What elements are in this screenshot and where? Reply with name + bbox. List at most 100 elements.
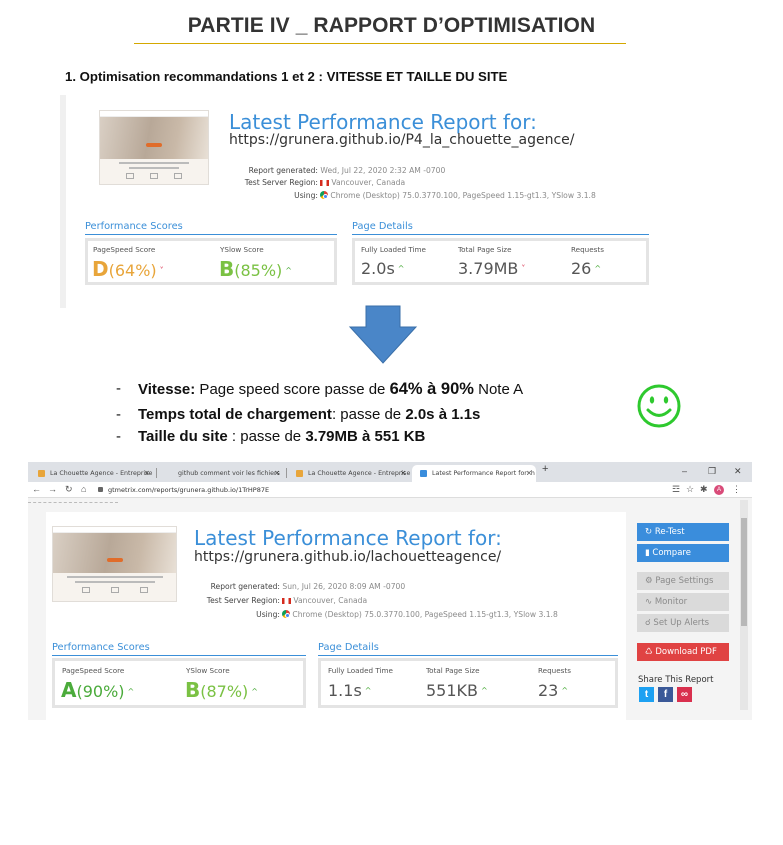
requests-label: Requests <box>538 666 571 675</box>
translate-icon[interactable]: ☲ <box>672 484 680 495</box>
chrome-icon <box>320 191 329 199</box>
close-icon[interactable]: × <box>144 469 150 477</box>
tab-github[interactable]: github comment voir les fichiers × <box>158 465 284 482</box>
tab-gtmetrix[interactable]: Latest Performance Report for: h × <box>412 465 536 482</box>
retest-label: Re-Test <box>654 527 685 537</box>
load-time-value: 2.0s ^ <box>361 259 404 278</box>
page-title: PARTIE IV _ RAPPORT D’OPTIMISATION <box>187 14 596 37</box>
bullet-text: : passe de <box>227 428 306 445</box>
using-row: Using: Chrome (Desktop) 75.0.3770.100, P… <box>190 191 596 200</box>
report-heading: Latest Performance Report for: <box>229 110 537 134</box>
page-size-value: 551KB ^ <box>426 681 488 700</box>
close-icon[interactable]: × <box>526 469 532 477</box>
gtmetrix-icon <box>420 470 427 477</box>
using-value: Chrome (Desktop) 75.0.3770.100, PageSpee… <box>292 610 558 619</box>
reload-icon[interactable]: ↻ <box>65 484 73 495</box>
tab-chouette-1[interactable]: La Chouette Agence - Entreprise × <box>30 465 154 482</box>
canada-flag-icon <box>320 180 330 186</box>
bullet-dash: - <box>116 406 121 423</box>
yslow-percent: (87%) <box>200 682 249 701</box>
report-generated-value: Sun, Jul 26, 2020 8:09 AM -0700 <box>282 582 406 591</box>
report-url[interactable]: https://grunera.github.io/lachouetteagen… <box>194 549 501 565</box>
gear-icon: ⚙ <box>645 576 656 586</box>
browser-window: La Chouette Agence - Entreprise × github… <box>28 462 752 720</box>
minimize-button[interactable]: – <box>682 466 687 476</box>
report-generated-label: Report generated: <box>248 166 318 175</box>
compare-label: Compare <box>652 548 691 558</box>
favicon-icon <box>38 470 45 477</box>
bullet-dash: - <box>116 380 121 397</box>
pagespeed-score: D(64%) ˅ <box>92 257 164 281</box>
close-icon[interactable]: × <box>274 469 280 477</box>
requests-number: 26 <box>571 259 592 278</box>
report-generated-label: Report generated: <box>210 582 280 591</box>
page-size-label: Total Page Size <box>426 666 480 675</box>
report-generated-row: Report generated: Wed, Jul 22, 2020 2:32… <box>190 166 446 175</box>
monitor-button[interactable]: ∿ Monitor <box>637 593 729 611</box>
using-label: Using: <box>256 610 280 619</box>
star-icon[interactable]: ☆ <box>686 484 694 495</box>
pagespeed-score: A(90%) ^ <box>61 678 134 702</box>
screenshot-edge <box>60 95 66 308</box>
home-icon[interactable]: ⌂ <box>81 484 86 494</box>
page-settings-label: Page Settings <box>655 576 714 586</box>
avatar[interactable]: A <box>714 485 724 495</box>
report-generated-row: Report generated: Sun, Jul 26, 2020 8:09… <box>152 582 406 591</box>
tab-separator <box>156 468 157 478</box>
report-generated-value: Wed, Jul 22, 2020 2:32 AM -0700 <box>320 166 446 175</box>
retest-button[interactable]: ↻ Re-Test <box>637 523 729 541</box>
facebook-icon[interactable]: f <box>658 687 673 702</box>
close-window-button[interactable]: ✕ <box>734 466 742 477</box>
url-input[interactable]: gtmetrix.com/reports/grunera.github.io/1… <box>96 484 666 496</box>
yslow-grade: B <box>185 678 201 702</box>
page-details-rule <box>352 234 649 235</box>
bullet-text: Page speed score passe de <box>195 381 390 398</box>
requests-label: Requests <box>571 245 604 254</box>
server-region-row: Test Server Region: Vancouver, Canada <box>152 596 367 605</box>
forward-icon[interactable]: → <box>48 484 57 494</box>
monitor-label: Monitor <box>654 597 688 607</box>
page-details-label: Page Details <box>352 221 413 232</box>
download-pdf-button[interactable]: ♺ Download PDF <box>637 643 729 661</box>
tab-chouette-2[interactable]: La Chouette Agence - Entreprise × <box>288 465 410 482</box>
maximize-button[interactable]: ❐ <box>708 466 716 477</box>
caret-up-icon: ^ <box>127 687 135 696</box>
back-icon[interactable]: ← <box>32 484 41 494</box>
tab-title: La Chouette Agence - Entreprise <box>50 470 153 477</box>
pulse-icon: ∿ <box>645 597 655 607</box>
server-region-label: Test Server Region: <box>244 178 318 187</box>
canada-flag-icon <box>282 598 292 604</box>
extensions-icon[interactable]: ✱ <box>700 484 708 495</box>
using-label: Using: <box>294 191 318 200</box>
requests-number: 23 <box>538 681 559 700</box>
bullet-label: Vitesse: <box>138 381 196 398</box>
close-icon[interactable]: × <box>400 469 406 477</box>
twitter-icon[interactable]: t <box>639 687 654 702</box>
download-label: Download PDF <box>655 647 717 657</box>
link-icon[interactable]: ∞ <box>677 687 692 702</box>
caret-up-icon: ^ <box>594 264 602 273</box>
performance-scores-label: Performance Scores <box>85 221 183 232</box>
page-size-label: Total Page Size <box>458 245 512 254</box>
new-tab-button[interactable]: + <box>542 463 548 475</box>
page-settings-button[interactable]: ⚙ Page Settings <box>637 572 729 590</box>
scrollbar-thumb[interactable] <box>741 518 747 626</box>
menu-icon[interactable]: ⋮ <box>732 484 741 495</box>
caret-up-icon: ^ <box>285 266 292 275</box>
requests-value: 26 ^ <box>571 259 601 278</box>
caret-up-icon: ^ <box>397 264 405 273</box>
alerts-button[interactable]: ☌ Set Up Alerts <box>637 614 729 632</box>
tab-title: Latest Performance Report for: h <box>432 470 535 477</box>
pagespeed-label: PageSpeed Score <box>62 666 125 675</box>
compare-button[interactable]: ▮ Compare <box>637 544 729 562</box>
server-region-value: Vancouver, Canada <box>293 596 368 605</box>
server-region-value: Vancouver, Canada <box>331 178 406 187</box>
share-label: Share This Report <box>638 675 714 685</box>
address-bar: ← → ↻ ⌂ gtmetrix.com/reports/grunera.git… <box>28 482 752 498</box>
load-time-value: 1.1s ^ <box>328 681 371 700</box>
report-url[interactable]: https://grunera.github.io/P4_la_chouette… <box>229 132 575 148</box>
pagespeed-percent: (64%) <box>108 261 157 280</box>
chrome-icon <box>282 610 291 618</box>
title-underline <box>134 43 626 44</box>
bullet-label: Taille du site <box>138 428 228 445</box>
